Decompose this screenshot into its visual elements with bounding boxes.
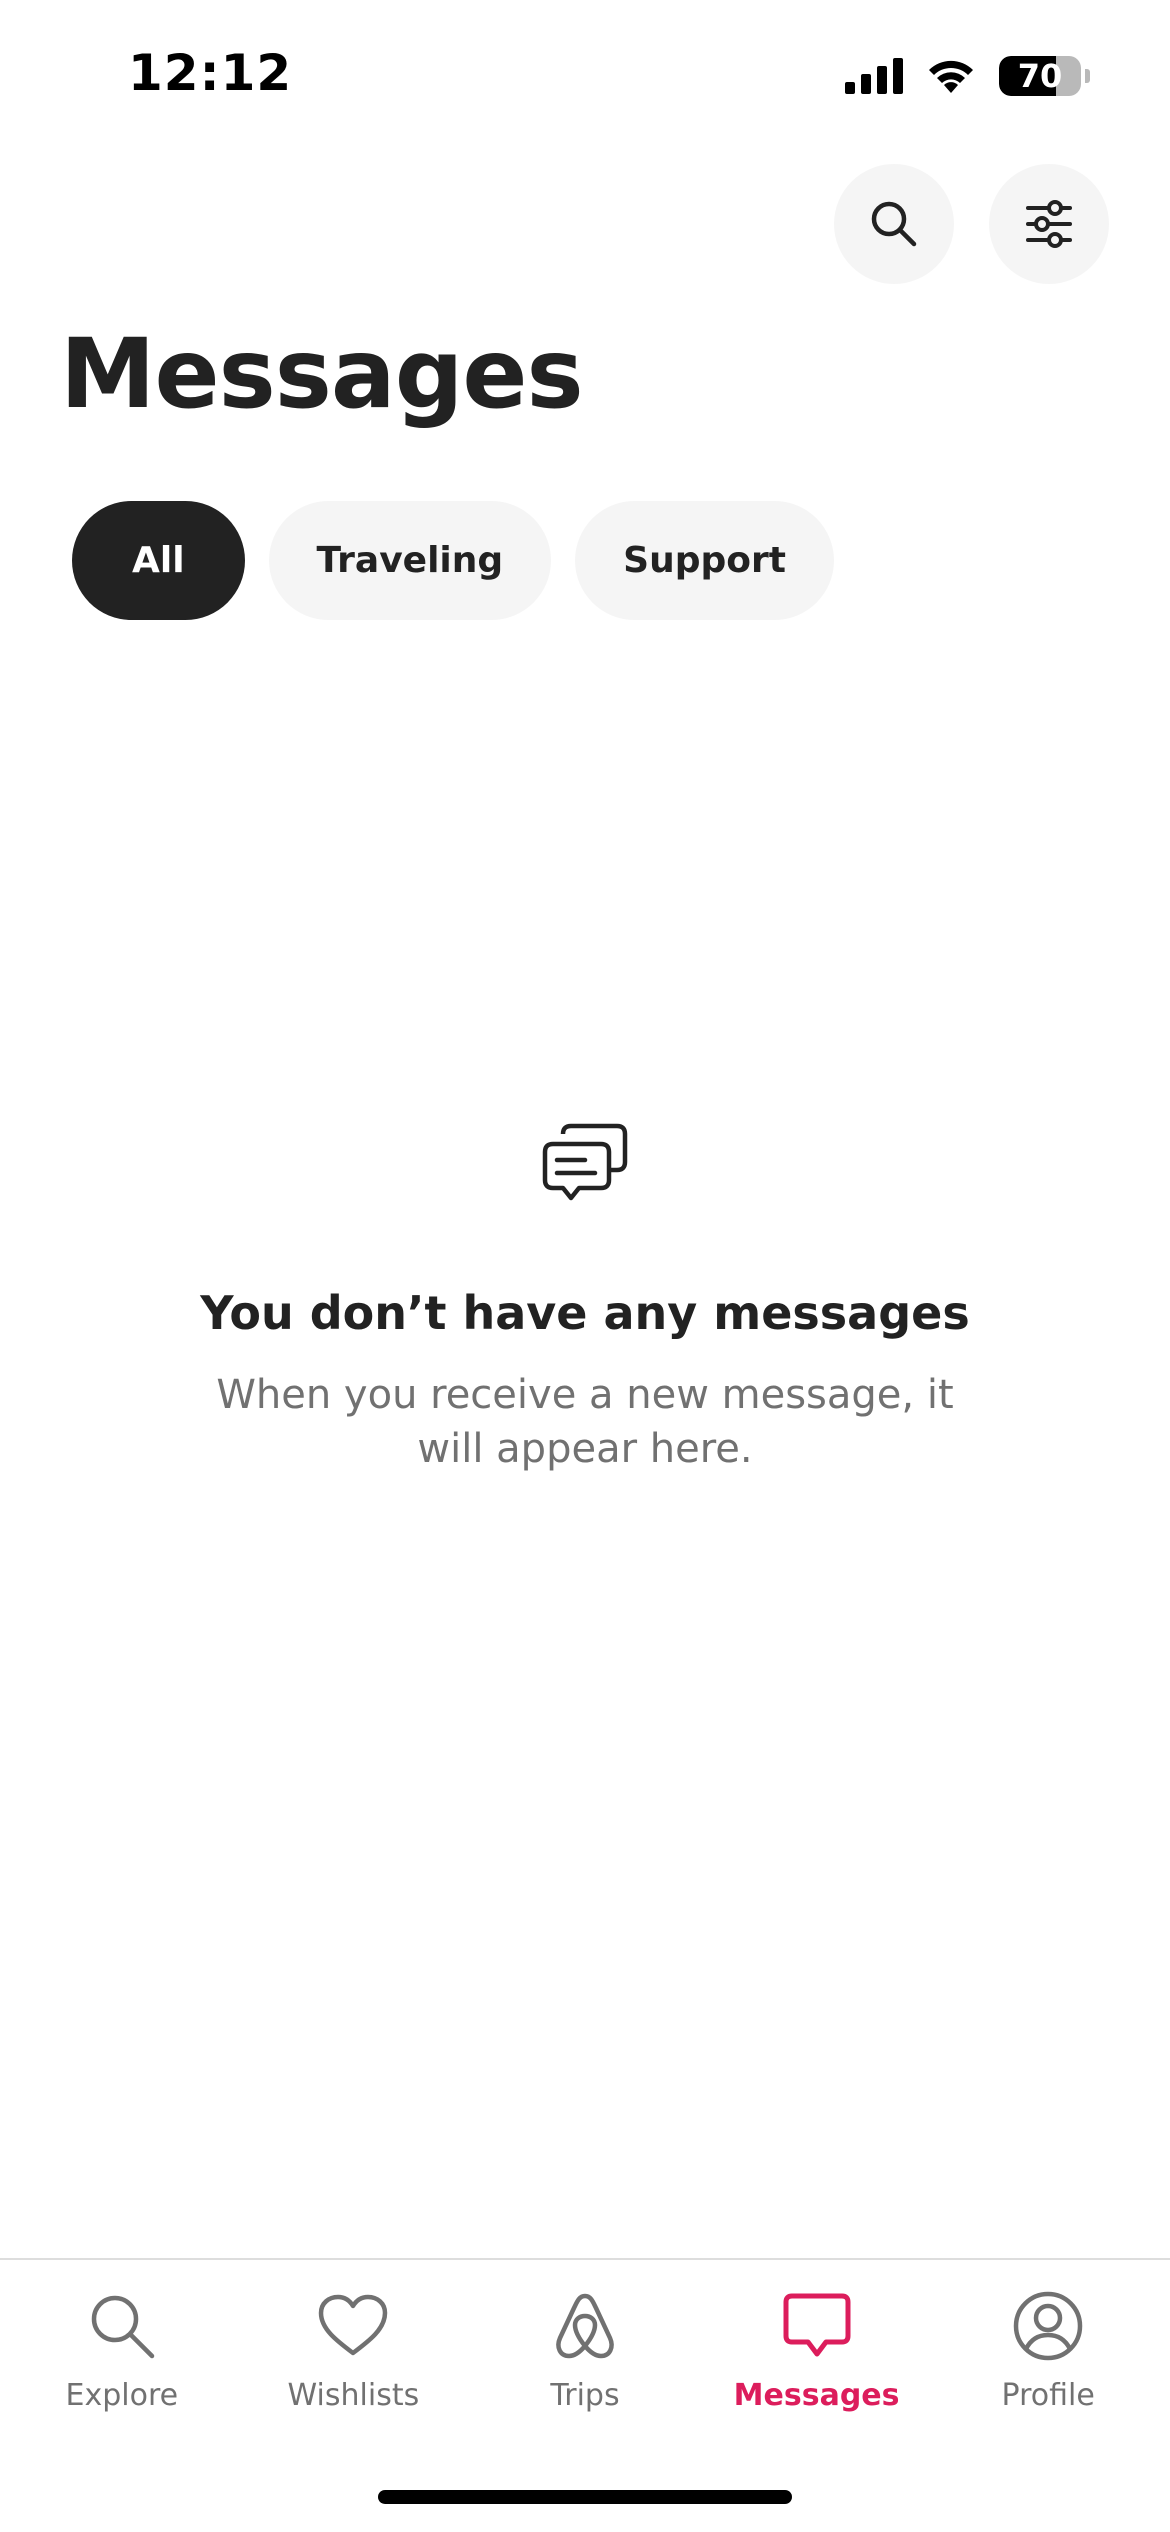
page-title: Messages <box>60 318 584 430</box>
profile-icon <box>1013 2291 1083 2361</box>
nav-item-messages[interactable]: Messages <box>717 2260 917 2458</box>
battery-percentage: 70 <box>1017 57 1063 95</box>
nav-label-wishlists: Wishlists <box>287 2378 420 2413</box>
filter-chips: All Traveling Support <box>72 501 834 620</box>
cellular-signal-icon <box>845 58 903 94</box>
home-indicator <box>378 2490 792 2504</box>
bottom-nav: Explore Wishlists Trips Messages Profile <box>0 2258 1170 2458</box>
filter-chip-traveling[interactable]: Traveling <box>268 501 552 620</box>
empty-state: You don’t have any messages When you rec… <box>0 1118 1170 1476</box>
wifi-icon <box>929 60 973 93</box>
message-icon <box>783 2293 851 2357</box>
filter-button[interactable] <box>989 164 1109 284</box>
status-bar: 12:12 70 <box>0 0 1170 150</box>
search-icon <box>91 2295 155 2359</box>
nav-item-wishlists[interactable]: Wishlists <box>253 2260 453 2458</box>
nav-label-profile: Profile <box>1001 2378 1095 2413</box>
nav-item-trips[interactable]: Trips <box>485 2260 685 2458</box>
battery-indicator: 70 <box>999 56 1081 96</box>
status-icons: 70 <box>845 56 1090 96</box>
search-icon <box>871 201 917 247</box>
nav-item-profile[interactable]: Profile <box>948 2260 1148 2458</box>
nav-label-trips: Trips <box>550 2378 620 2413</box>
chat-bubbles-icon <box>542 1123 628 1201</box>
battery-cap <box>1085 69 1090 83</box>
heart-icon <box>319 2294 388 2356</box>
nav-item-explore[interactable]: Explore <box>22 2260 222 2458</box>
filter-chip-support[interactable]: Support <box>575 501 834 620</box>
nav-label-messages: Messages <box>733 2378 900 2413</box>
empty-state-title: You don’t have any messages <box>200 1286 970 1340</box>
nav-label-explore: Explore <box>65 2378 179 2413</box>
search-button[interactable] <box>834 164 954 284</box>
filter-chip-all[interactable]: All <box>72 501 245 620</box>
airbnb-logo-icon <box>556 2293 614 2359</box>
empty-state-subtitle: When you receive a new message, it will … <box>216 1372 954 1472</box>
sliders-icon <box>1026 200 1072 248</box>
status-time: 12:12 <box>128 44 293 102</box>
